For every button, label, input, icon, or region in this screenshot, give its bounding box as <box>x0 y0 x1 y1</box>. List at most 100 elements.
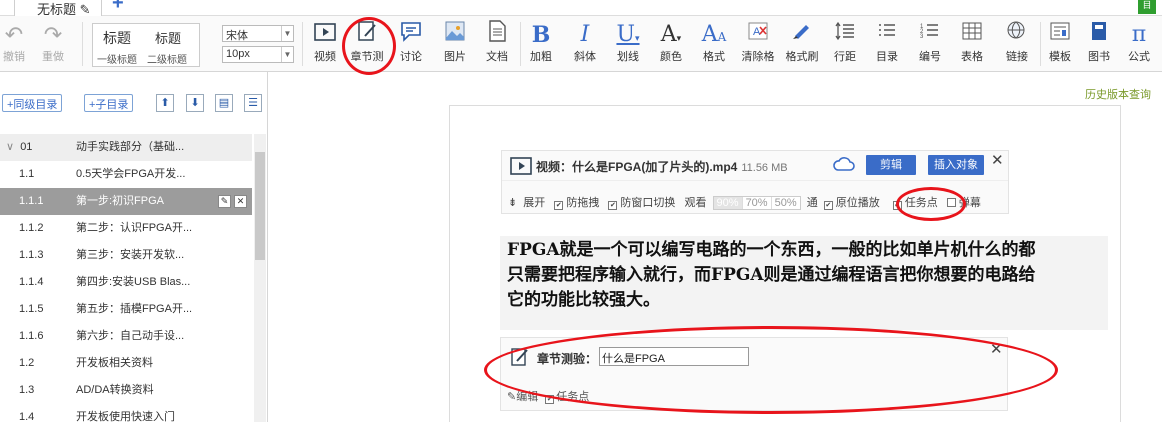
discussion-button[interactable]: 讨论 <box>396 20 426 70</box>
move-up-icon[interactable]: ⬆ <box>156 94 174 112</box>
add-child-button[interactable]: +子目录 <box>84 94 134 112</box>
undo-button[interactable]: ↶ 撤销 <box>2 20 26 70</box>
toc-item[interactable]: 1.1.2 第二步：认识FPGA开... <box>0 215 252 242</box>
line-spacing-button[interactable]: 行距 <box>830 20 860 70</box>
toc-item[interactable]: 1.1 0.5天学会FPGA开发... <box>0 161 252 188</box>
line-spacing-icon <box>830 20 860 50</box>
task-point-checkbox[interactable]: ✔ 任务点 <box>892 194 941 210</box>
add-tab-button[interactable]: + <box>112 0 124 15</box>
video-options: ⇟ 展开 ✔ 防拖拽 ✔ 防窗口切换 观看 90% 70% 50% 通 ✔ 原位播放 ✔ 任… <box>508 194 987 210</box>
video-button[interactable]: 视频 <box>310 20 340 70</box>
toc-number-text: 01 <box>20 141 33 153</box>
font-color-icon: A▾ <box>660 22 682 47</box>
toc-item[interactable]: 1.3 AD/DA转换资料 <box>0 377 252 404</box>
percent-option-70[interactable]: 70% <box>742 197 772 209</box>
body-line: FPGA就是一个可以编写电路的一个东西，一般的比如单片机什么的都 <box>507 240 1036 260</box>
toc-item[interactable]: 1.1.6 第六步：自己动手设... <box>0 323 252 350</box>
format-button[interactable]: AA 格式 <box>698 20 730 70</box>
divider <box>82 22 83 66</box>
document-button[interactable]: 文档 <box>482 20 512 70</box>
bold-button[interactable]: B 加粗 <box>526 20 556 70</box>
percent-option-90[interactable]: 90% <box>713 197 743 209</box>
chapter-quiz-card: 章节测验： 什么是FPGA ✕ ✎编辑 ✔ 任务点 <box>500 337 1008 411</box>
underline-icon: U▾ <box>616 22 640 47</box>
formula-button[interactable]: π 公式 <box>1124 20 1154 70</box>
quiz-title-input[interactable]: 什么是FPGA <box>599 347 749 366</box>
move-down-icon[interactable]: ⬇ <box>186 94 204 112</box>
video-title: 视频：什么是FPGA(加了片头的).mp4 11.56 MB <box>536 158 788 175</box>
toc-item-01[interactable]: ∨ 01 动手实践部分（基础... <box>0 134 252 161</box>
font-size-value: 10px <box>226 48 250 60</box>
discussion-label: 讨论 <box>400 51 422 63</box>
formula-label: 公式 <box>1128 51 1150 63</box>
globe-link-icon <box>1000 20 1034 50</box>
cloud-icon[interactable] <box>832 155 856 176</box>
sidebar-scrollbar[interactable] <box>254 134 266 422</box>
toc-item[interactable]: 1.1.5 第五步：插模FPGA开... <box>0 296 252 323</box>
expand-icon[interactable]: ☰ <box>244 94 262 112</box>
italic-icon: I <box>580 22 590 47</box>
redo-button[interactable]: ↷ 重做 <box>40 20 66 70</box>
font-family-select[interactable]: 宋体 ▼ <box>222 25 294 42</box>
insert-object-button[interactable]: 插入对象 <box>928 155 984 175</box>
video-card-header: 视频：什么是FPGA(加了片头的).mp4 11.56 MB 剪辑 插入对象 <box>502 151 1008 181</box>
scrollbar-thumb[interactable] <box>255 152 265 260</box>
heading1-button[interactable]: 标题 <box>103 28 131 48</box>
checkbox-checked: ✔ <box>823 201 833 210</box>
body-paragraph[interactable]: FPGA就是一个可以编写电路的一个东西，一般的比如单片机什么的都 只需要把程序输… <box>500 236 1108 330</box>
line-spacing-label: 行距 <box>834 51 856 63</box>
history-version-link[interactable]: 历史版本查询 <box>1085 86 1151 102</box>
chapter-quiz-button[interactable]: 章节测 <box>349 20 385 70</box>
window-switch-label: 防窗口切换 <box>620 197 676 209</box>
toc-item[interactable]: 1.4 开发板使用快速入门 <box>0 404 252 422</box>
clear-format-icon: A <box>738 20 778 50</box>
quiz-label: 章节测验： <box>537 352 598 366</box>
heading-picker: 标题 标题 一级标题 二级标题 <box>92 23 200 67</box>
format-painter-button[interactable]: 格式刷 <box>782 20 822 70</box>
edit-link[interactable]: ✎编辑 <box>507 391 538 403</box>
video-size: 11.56 MB <box>741 162 788 174</box>
numbering-label: 编号 <box>919 51 941 63</box>
speech-bubble-icon <box>396 20 426 50</box>
image-button[interactable]: 图片 <box>440 20 470 70</box>
underline-button[interactable]: U▾ 划线 <box>612 20 644 70</box>
color-button[interactable]: A▾ 颜色 <box>656 20 686 70</box>
toc-number: 1.1.2 <box>19 222 44 234</box>
toc-item[interactable]: 1.2 开发板相关资料 <box>0 350 252 377</box>
collapse-icon[interactable]: ▤ <box>215 94 233 112</box>
window-switch-checkbox[interactable]: ✔ 防窗口切换 <box>608 194 678 210</box>
percent-option-50[interactable]: 50% <box>771 197 800 209</box>
heading2-button[interactable]: 标题 <box>155 28 181 47</box>
chapter-quiz-label: 章节测 <box>350 51 384 63</box>
font-family-value: 宋体 <box>226 30 248 42</box>
bullet-comments-checkbox[interactable]: 弹幕 <box>946 194 984 210</box>
no-drag-checkbox[interactable]: ✔ 防拖拽 <box>554 194 602 210</box>
corner-badge[interactable]: 目 <box>1138 0 1156 14</box>
tab-strip: 无标题 ✎ + 目 <box>0 0 1162 17</box>
document-tab[interactable]: 无标题 ✎ <box>14 0 102 17</box>
link-button[interactable]: 链接 <box>1000 20 1034 70</box>
close-icon[interactable]: ✕ <box>990 340 1003 358</box>
book-button[interactable]: 图书 <box>1084 20 1114 70</box>
document-label: 文档 <box>486 51 508 63</box>
quiz-task-point-checkbox[interactable]: ✔ 任务点 <box>545 391 589 404</box>
clear-format-button[interactable]: A 清除格 <box>738 20 778 70</box>
close-icon[interactable]: ✕ <box>234 195 247 208</box>
expand-icon: ⇟ <box>508 197 518 209</box>
toc-item[interactable]: 1.1.4 第四步:安装USB Blas... <box>0 269 252 296</box>
toc-number: 1.1 <box>19 168 35 180</box>
edit-icon[interactable]: ✎ <box>218 195 231 208</box>
expand-toggle[interactable]: ⇟ 展开 <box>508 194 548 210</box>
italic-button[interactable]: I 斜体 <box>570 20 600 70</box>
close-icon[interactable]: ✕ <box>991 151 1004 169</box>
toc-item[interactable]: 1.1.3 第三步：安装开发软... <box>0 242 252 269</box>
toc-item-active[interactable]: 1.1.1 第一步:初识FPGA ✎ ✕ <box>0 188 252 215</box>
cut-button[interactable]: 剪辑 <box>866 155 916 175</box>
template-button[interactable]: 模板 <box>1044 20 1076 70</box>
numbering-button[interactable]: 1 2 3 编号 <box>914 20 946 70</box>
add-sibling-button[interactable]: +同级目录 <box>2 94 63 112</box>
original-speed-checkbox[interactable]: ✔ 原位播放 <box>823 194 883 210</box>
table-button[interactable]: 表格 <box>956 20 988 70</box>
font-size-select[interactable]: 10px ▼ <box>222 46 294 63</box>
toc-button[interactable]: 目录 <box>872 20 902 70</box>
